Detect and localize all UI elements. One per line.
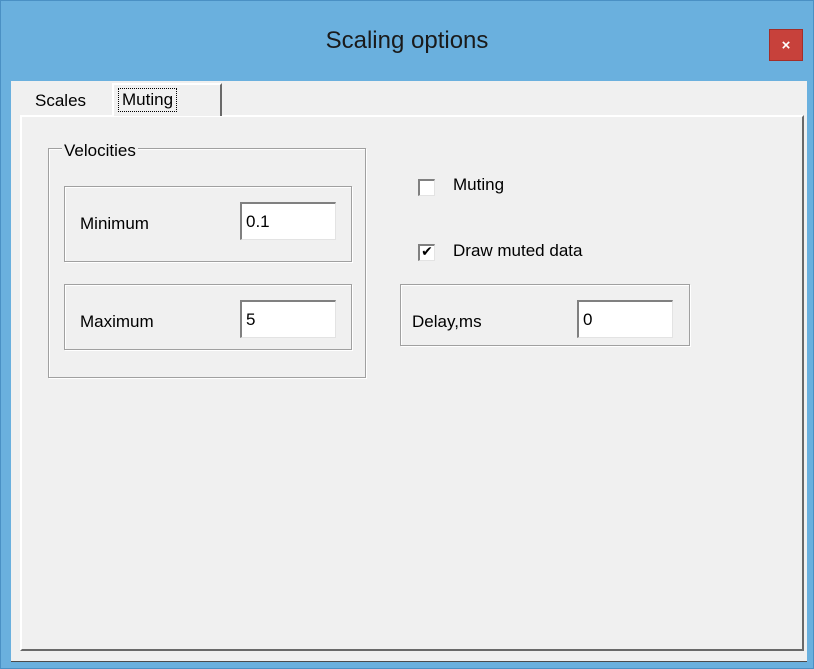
maximum-label: Maximum [80,312,154,331]
muting-checkbox-label[interactable]: Muting [453,175,504,195]
delay-label: Delay,ms [412,312,482,331]
muting-checkbox[interactable] [418,179,435,196]
tab-muting[interactable]: Muting [112,83,222,116]
window-title: Scaling options [325,27,489,54]
delay-input[interactable] [577,300,673,338]
tab-muting-label: Muting [118,88,178,112]
close-button[interactable]: × [769,29,803,61]
draw-muted-data-label[interactable]: Draw muted data [453,241,582,261]
draw-muted-data-checkbox[interactable]: ✔ [418,244,435,261]
maximum-input[interactable] [240,300,336,338]
tab-scales[interactable]: Scales [32,88,112,114]
minimum-input[interactable] [240,202,336,240]
tab-strip: Scales Muting [20,80,800,116]
title-bar[interactable]: Scaling options × [1,1,813,81]
velocities-group-label: Velocities [62,141,138,161]
minimum-label: Minimum [80,214,149,233]
